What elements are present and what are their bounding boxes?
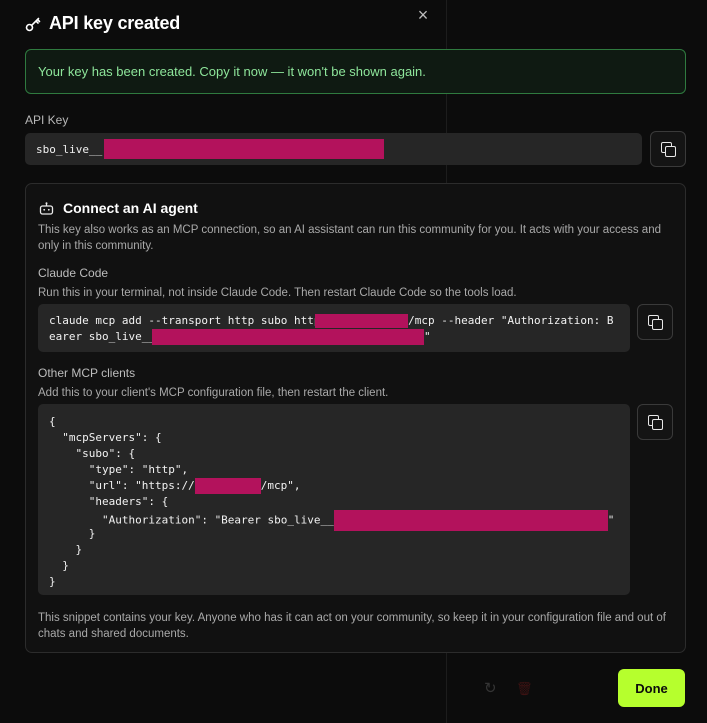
- copy-icon: [648, 415, 663, 430]
- success-alert-text: Your key has been created. Copy it now —…: [38, 64, 426, 79]
- mcp-config-snippet[interactable]: { "mcpServers": { "subo": { "type": "htt…: [38, 404, 630, 595]
- claude-code-label: Claude Code: [38, 266, 109, 280]
- copy-mcp-config-button[interactable]: [637, 404, 673, 440]
- code-line: {: [49, 415, 56, 428]
- code-line: "type": "http",: [49, 463, 189, 476]
- close-icon: ×: [417, 5, 429, 25]
- claude-code-command[interactable]: claude mcp add --transport http subo htt…: [38, 304, 630, 352]
- bot-icon: [39, 201, 54, 215]
- code-line: }: [49, 559, 69, 572]
- security-footnote: This snippet contains your key. Anyone w…: [38, 612, 666, 640]
- key-icon: [25, 17, 41, 31]
- other-clients-label: Other MCP clients: [38, 366, 136, 380]
- dialog-header: API key created: [25, 13, 180, 34]
- connect-agent-description: This key also works as an MCP connection…: [38, 224, 661, 252]
- close-button[interactable]: ×: [413, 5, 433, 25]
- connect-agent-title: Connect an AI agent: [63, 200, 198, 216]
- dialog-title: API key created: [49, 13, 181, 33]
- api-key-label: API Key: [25, 113, 69, 127]
- code-line: "subo": {: [49, 447, 136, 460]
- api-key-field[interactable]: sbo_live_ _: [25, 133, 642, 165]
- code-line: "url": "https:///mcp",: [49, 478, 301, 494]
- connect-agent-header: Connect an AI agent: [39, 200, 198, 216]
- copy-api-key-button[interactable]: [650, 131, 686, 167]
- copy-icon: [661, 142, 676, 157]
- copy-icon: [648, 315, 663, 330]
- other-clients-description: Add this to your client's MCP configurat…: [38, 387, 389, 399]
- api-key-value: sbo_live_: [36, 142, 96, 156]
- connect-agent-panel: Connect an AI agent This key also works …: [25, 183, 686, 653]
- claude-code-description: Run this in your terminal, not inside Cl…: [38, 287, 517, 299]
- redacted-host: [194, 478, 261, 494]
- api-key-dialog: API key created × Your key has been crea…: [0, 0, 707, 723]
- redacted-key: [333, 510, 608, 531]
- code-line: claude mcp add --transport http subo htt…: [49, 314, 614, 328]
- copy-claude-command-button[interactable]: [637, 304, 673, 340]
- done-button[interactable]: Done: [618, 669, 685, 707]
- code-line: "Authorization": "Bearer sbo_live__ ": [49, 510, 619, 531]
- redacted-key: [104, 139, 385, 159]
- code-line: earer sbo_live__ ": [49, 329, 431, 345]
- code-line: }: [49, 575, 56, 588]
- success-alert: Your key has been created. Copy it now —…: [25, 49, 686, 94]
- code-line: "mcpServers": {: [49, 431, 162, 444]
- redacted-url: [315, 314, 409, 328]
- code-line: "headers": {: [49, 495, 169, 508]
- code-line: }: [49, 543, 83, 556]
- redacted-key: [151, 329, 424, 345]
